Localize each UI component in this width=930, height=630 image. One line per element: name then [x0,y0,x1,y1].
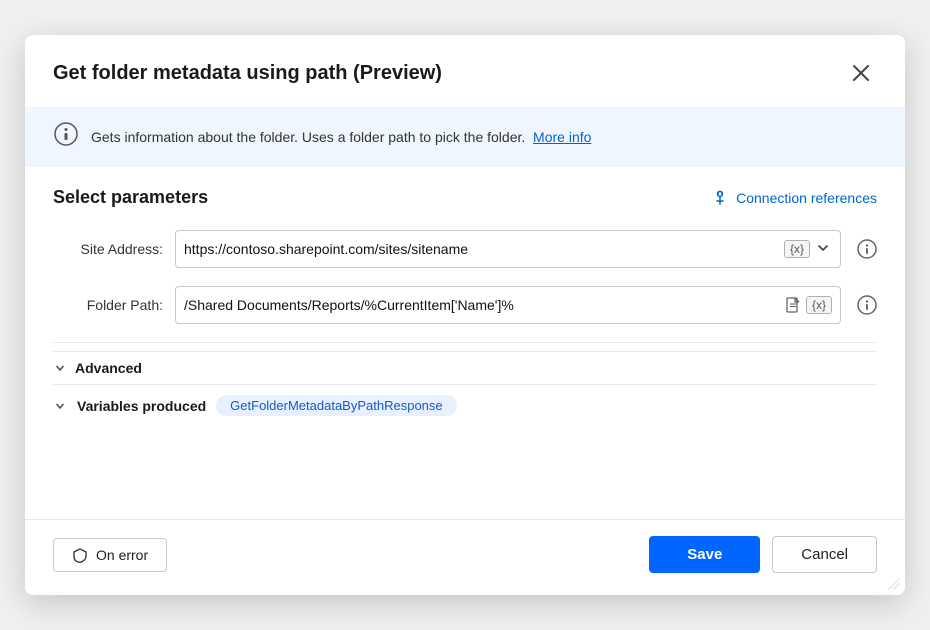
close-button[interactable] [845,57,877,89]
folder-path-label: Folder Path: [53,297,163,313]
divider-1 [53,342,877,343]
more-info-link[interactable]: More info [533,129,591,145]
site-address-chevron[interactable] [814,241,832,258]
folder-path-info-button[interactable] [857,295,877,315]
plug-icon [711,189,729,207]
variables-section: Variables produced GetFolderMetadataByPa… [53,384,877,426]
fx-badge-site: {x} [784,240,810,258]
footer-actions: Save Cancel [649,536,877,573]
variable-badge: GetFolderMetadataByPathResponse [216,395,456,416]
connection-references-button[interactable]: Connection references [711,189,877,207]
section-header: Select parameters Connection references [53,187,877,208]
folder-path-controls: {x} [784,296,832,314]
site-address-row: Site Address: {x} [53,230,877,268]
info-banner-icon [53,121,79,153]
site-address-info-button[interactable] [857,239,877,259]
on-error-label: On error [96,547,148,563]
folder-path-input[interactable] [184,297,784,313]
dialog-footer: On error Save Cancel [25,519,905,595]
variables-chevron-icon [53,399,67,413]
advanced-label: Advanced [75,360,142,376]
cancel-button[interactable]: Cancel [772,536,877,573]
site-address-input-wrap: {x} [175,230,841,268]
info-banner: Gets information about the folder. Uses … [25,107,905,167]
advanced-section[interactable]: Advanced [53,351,877,384]
advanced-chevron-icon [53,361,67,375]
folder-path-input-wrap: {x} [175,286,841,324]
site-address-label: Site Address: [53,241,163,257]
close-icon [852,64,870,82]
save-button[interactable]: Save [649,536,760,573]
dialog-header: Get folder metadata using path (Preview) [25,35,905,107]
section-title: Select parameters [53,187,208,208]
shield-icon [72,547,88,563]
site-address-controls: {x} [784,240,832,258]
on-error-button[interactable]: On error [53,538,167,572]
info-banner-text: Gets information about the folder. Uses … [91,129,591,145]
dialog-title: Get folder metadata using path (Preview) [53,62,442,85]
site-address-input[interactable] [184,241,784,257]
folder-path-row: Folder Path: {x} [53,286,877,324]
resize-handle[interactable] [887,577,901,591]
dialog-body: Select parameters Connection references … [25,167,905,511]
dialog: Get folder metadata using path (Preview)… [25,35,905,595]
fx-badge-folder: {x} [806,296,832,314]
file-icon [784,296,802,314]
connection-references-label: Connection references [736,190,877,206]
variables-label: Variables produced [77,398,206,414]
